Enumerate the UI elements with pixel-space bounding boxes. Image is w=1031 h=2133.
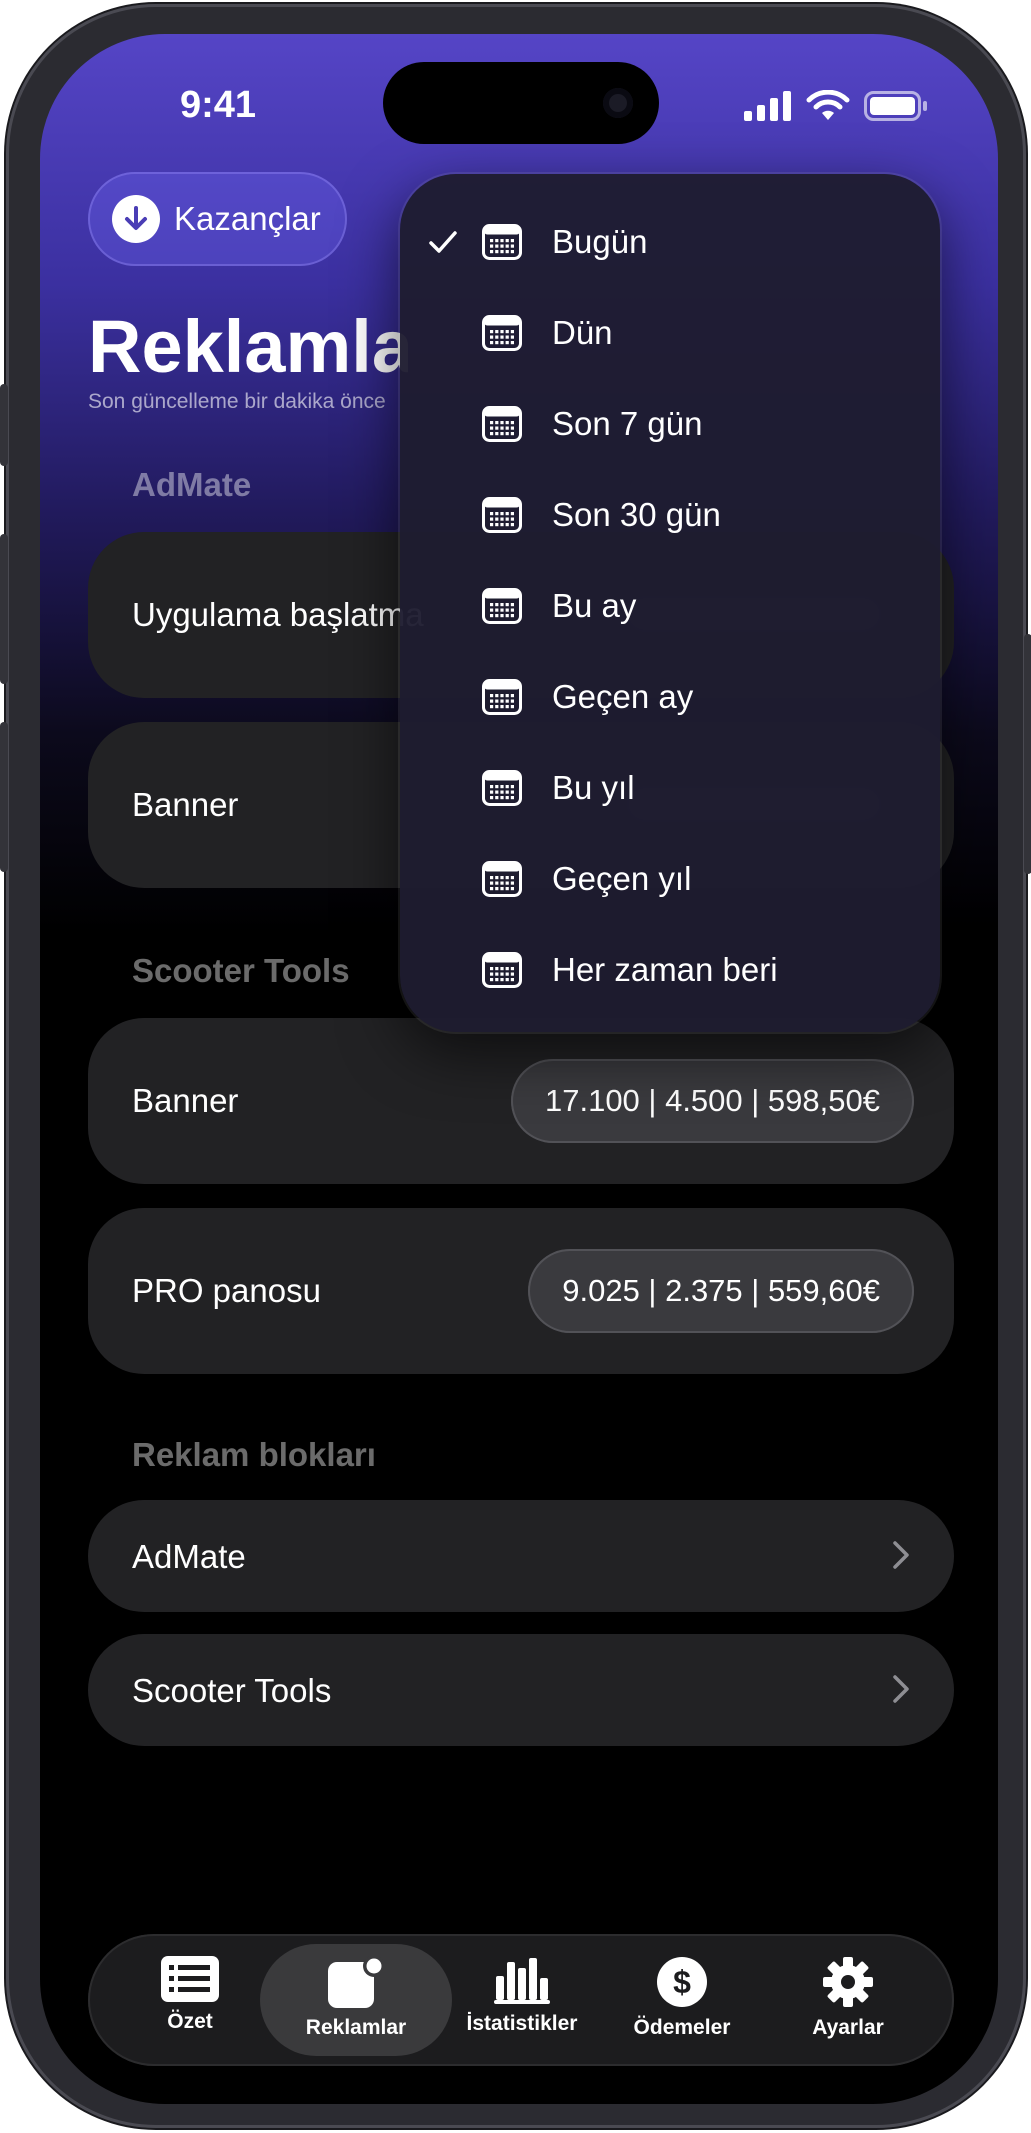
power-button xyxy=(1024,634,1031,874)
ad-row-scooter-banner[interactable]: Banner 17.100 | 4.500 | 598,50€ xyxy=(88,1018,954,1184)
date-menu-item[interactable]: Bu ay xyxy=(400,560,940,651)
ad-row-label: Banner xyxy=(132,786,239,823)
volume-down-button xyxy=(0,722,8,872)
date-menu-item[interactable]: Son 7 gün xyxy=(400,378,940,469)
tab-label: Ödemeler xyxy=(633,2016,731,2039)
camera-icon xyxy=(603,88,633,118)
date-menu-item-label: Son 30 gün xyxy=(552,495,721,533)
date-menu-item-label: Bugün xyxy=(552,222,648,260)
earnings-button[interactable]: Kazançlar xyxy=(88,172,347,266)
calendar-icon xyxy=(482,496,522,533)
ad-block-row-admate[interactable]: AdMate xyxy=(88,1500,954,1612)
list-icon xyxy=(161,1956,219,2002)
stats-pill: 17.100 | 4.500 | 598,50€ xyxy=(510,1059,914,1143)
download-icon xyxy=(112,195,160,243)
tab-reklamlar[interactable]: Reklamlar xyxy=(260,1944,452,2056)
calendar-icon xyxy=(482,951,522,988)
gear-icon xyxy=(823,1957,873,2007)
section-label-admate: AdMate xyxy=(132,466,252,503)
tab-odemeler[interactable]: $ Ödemeler xyxy=(602,1944,762,2056)
section-label-ad-blocks: Reklam blokları xyxy=(132,1436,376,1473)
tab-bar: Özet Reklamlar İstatistikler $ Ödemeler … xyxy=(88,1934,954,2066)
screen: 9:41 Kazançlar Reklamlar Son güncelleme … xyxy=(40,34,998,2104)
date-menu-item-label: Her zaman beri xyxy=(552,950,778,988)
calendar-icon xyxy=(482,405,522,442)
wifi-icon xyxy=(806,90,850,120)
calendar-icon xyxy=(482,678,522,715)
checkmark-icon xyxy=(429,230,457,253)
date-menu-item[interactable]: Geçen ay xyxy=(400,651,940,742)
date-menu-item-label: Dün xyxy=(552,313,613,351)
phone-frame: 9:41 Kazançlar Reklamlar Son güncelleme … xyxy=(0,4,1031,2128)
date-menu-item-label: Bu yıl xyxy=(552,768,635,806)
date-menu-item[interactable]: Bu yıl xyxy=(400,742,940,833)
tab-ayarlar[interactable]: Ayarlar xyxy=(768,1944,928,2056)
last-updated-text: Son güncelleme bir dakika önce xyxy=(88,390,386,413)
dynamic-island xyxy=(383,62,659,144)
ad-block-label: Scooter Tools xyxy=(132,1672,332,1709)
ad-block-row-scooter-tools[interactable]: Scooter Tools xyxy=(88,1634,954,1746)
ad-row-scooter-pro-dashboard[interactable]: PRO panosu 9.025 | 2.375 | 559,60€ xyxy=(88,1208,954,1374)
chevron-right-icon xyxy=(893,1675,909,1703)
date-menu-item[interactable]: Geçen yıl xyxy=(400,833,940,924)
page-title: Reklamlar xyxy=(88,305,408,388)
ad-row-label: Uygulama başlatma xyxy=(132,596,424,633)
ad-row-label: PRO panosu xyxy=(132,1272,321,1309)
tab-label: İstatistikler xyxy=(466,2012,578,2035)
status-icons xyxy=(744,90,928,122)
date-menu-item-label: Bu ay xyxy=(552,586,637,624)
date-menu-item[interactable]: Her zaman beri xyxy=(400,924,940,1015)
tab-label: Özet xyxy=(167,2010,213,2033)
dollar-icon: $ xyxy=(657,1957,707,2007)
chevron-right-icon xyxy=(893,1541,909,1569)
stats-pill: 9.025 | 2.375 | 559,60€ xyxy=(528,1249,914,1333)
svg-text:$: $ xyxy=(673,1964,691,2000)
tab-label: Reklamlar xyxy=(305,2016,407,2039)
section-label-scooter-tools: Scooter Tools xyxy=(132,952,350,989)
battery-icon xyxy=(864,91,927,121)
calendar-icon xyxy=(482,314,522,351)
tab-label: Ayarlar xyxy=(812,2016,884,2039)
earnings-button-label: Kazançlar xyxy=(174,200,321,237)
date-menu-item[interactable]: Bugün xyxy=(400,196,940,287)
date-menu-item-label: Son 7 gün xyxy=(552,404,703,442)
tab-istatistikler[interactable]: İstatistikler xyxy=(442,1944,602,2056)
status-time: 9:41 xyxy=(180,84,257,126)
calendar-icon xyxy=(482,223,522,260)
calendar-icon xyxy=(482,587,522,624)
tab-ozet[interactable]: Özet xyxy=(110,1944,270,2056)
ad-block-label: AdMate xyxy=(132,1538,246,1575)
ad-row-label: Banner xyxy=(132,1082,239,1119)
calendar-icon xyxy=(482,769,522,806)
date-range-menu: Bugün Dün Son 7 gün Son 30 gün Bu ay Geçen ay… xyxy=(400,174,940,1032)
bar-chart-icon xyxy=(494,1958,550,2004)
date-menu-item-label: Geçen ay xyxy=(552,677,694,715)
date-menu-item[interactable]: Dün xyxy=(400,287,940,378)
action-button xyxy=(0,384,8,466)
signal-icon xyxy=(744,91,791,121)
date-menu-item[interactable]: Son 30 gün xyxy=(400,469,940,560)
calendar-icon xyxy=(482,860,522,897)
app-badge-icon xyxy=(328,1956,384,2008)
date-menu-item-label: Geçen yıl xyxy=(552,859,692,897)
volume-up-button xyxy=(0,534,8,684)
